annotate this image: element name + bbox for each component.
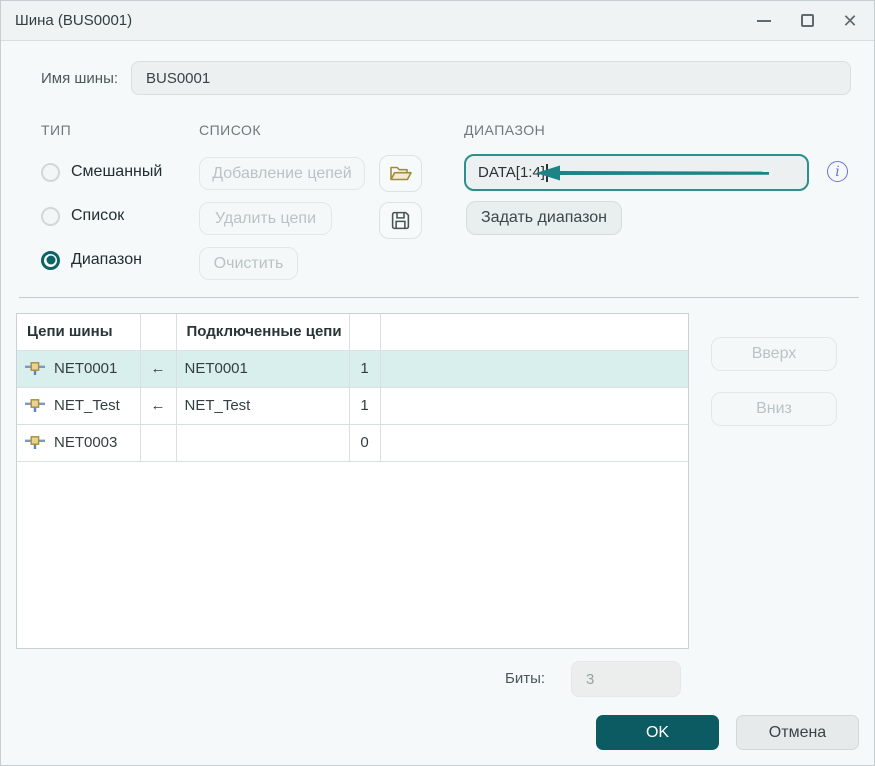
minimize-icon xyxy=(757,19,771,22)
bus-name-label: Имя шины: xyxy=(41,70,119,87)
text-caret xyxy=(545,163,548,182)
range-input[interactable]: DATA[1:4] xyxy=(464,154,809,191)
list-section-label: СПИСОК xyxy=(199,122,262,138)
col-spacer xyxy=(379,314,688,351)
table-row[interactable]: NET0003 0 xyxy=(17,423,688,462)
radio-mixed-label: Смешанный xyxy=(71,163,163,180)
connected-net-name: NET0001 xyxy=(175,349,350,388)
radio-list-label: Список xyxy=(71,207,125,224)
add-nets-button[interactable]: Добавление цепей xyxy=(199,157,365,190)
table-row[interactable]: NET_Test ← NET_Test 1 xyxy=(17,386,688,425)
bits-input[interactable] xyxy=(571,661,681,697)
net-count: 1 xyxy=(348,349,381,388)
maximize-icon xyxy=(800,14,814,27)
nets-table: Цепи шины Подключенные цепи NET0001 ← NE… xyxy=(16,313,689,649)
close-icon: ✕ xyxy=(842,10,858,31)
bus-net-name: NET_Test xyxy=(54,397,120,414)
table-row[interactable]: NET0001 ← NET0001 1 xyxy=(17,349,688,388)
bus-net-name: NET0003 xyxy=(54,434,118,451)
connected-net-name: NET_Test xyxy=(175,386,350,425)
bus-net-name: NET0001 xyxy=(54,360,118,377)
close-button[interactable]: ✕ xyxy=(842,10,858,31)
range-section-label: ДИАПАЗОН xyxy=(464,122,546,138)
net-icon xyxy=(25,435,45,449)
net-icon xyxy=(25,398,45,412)
radio-mixed xyxy=(41,162,60,182)
net-count: 1 xyxy=(348,386,381,425)
col-connected-nets: Подключенные цепи xyxy=(175,314,350,351)
col-count xyxy=(348,314,381,351)
info-icon[interactable]: i xyxy=(827,161,848,182)
remove-nets-button[interactable]: Удалить цепи xyxy=(199,202,332,235)
bus-name-input[interactable] xyxy=(131,61,851,95)
save-file-button[interactable] xyxy=(379,202,422,239)
connected-net-name xyxy=(175,423,350,462)
clear-button[interactable]: Очистить xyxy=(199,247,298,280)
radio-range-label: Диапазон xyxy=(71,251,142,268)
window-title: Шина (BUS0001) xyxy=(15,12,133,29)
radio-list xyxy=(41,206,60,226)
open-file-button[interactable] xyxy=(379,155,422,192)
radio-option-list[interactable]: Список xyxy=(41,206,124,226)
save-icon xyxy=(391,211,410,230)
bus-dialog: Шина (BUS0001) ✕ Имя шины: ТИП СПИСОК ДИ… xyxy=(0,0,875,766)
bits-label: Биты: xyxy=(505,670,546,687)
range-input-value: DATA[1:4] xyxy=(478,164,545,181)
col-arrow xyxy=(139,314,177,351)
net-count: 0 xyxy=(348,423,381,462)
radio-option-mixed[interactable]: Смешанный xyxy=(41,162,162,182)
title-bar: Шина (BUS0001) ✕ xyxy=(1,1,874,41)
net-icon xyxy=(25,361,45,375)
type-section-label: ТИП xyxy=(41,122,72,138)
link-arrow xyxy=(139,423,177,462)
col-bus-nets: Цепи шины xyxy=(17,314,141,351)
section-divider xyxy=(19,297,859,298)
radio-option-range[interactable]: Диапазон xyxy=(41,250,142,270)
radio-range xyxy=(41,250,60,270)
set-range-button[interactable]: Задать диапазон xyxy=(466,201,622,235)
move-up-button[interactable]: Вверх xyxy=(711,337,837,371)
maximize-button[interactable] xyxy=(799,13,815,29)
minimize-button[interactable] xyxy=(756,13,772,29)
move-down-button[interactable]: Вниз xyxy=(711,392,837,426)
table-header-row: Цепи шины Подключенные цепи xyxy=(17,314,688,351)
open-folder-icon xyxy=(389,166,412,180)
cancel-button[interactable]: Отмена xyxy=(736,715,859,750)
link-arrow: ← xyxy=(139,349,177,388)
link-arrow: ← xyxy=(139,386,177,425)
ok-button[interactable]: OK xyxy=(596,715,719,750)
